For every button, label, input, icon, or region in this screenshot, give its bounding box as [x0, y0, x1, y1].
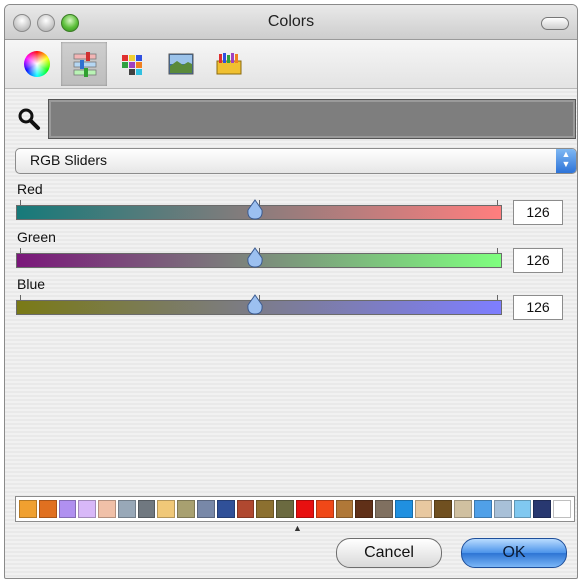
cancel-button[interactable]: Cancel [336, 538, 442, 568]
red-slider-label: Red [17, 181, 43, 197]
saved-colors-strip[interactable] [15, 496, 575, 522]
magnifier-icon[interactable] [17, 107, 41, 131]
green-value-field[interactable]: 126 [513, 248, 563, 273]
swatch-2[interactable] [58, 500, 77, 518]
swatch-15[interactable] [315, 500, 334, 518]
tab-image-palettes[interactable] [157, 42, 203, 86]
toolbar-toggle-button[interactable] [541, 17, 569, 30]
window-title: Colors [267, 13, 315, 30]
current-color-well[interactable] [48, 99, 576, 139]
red-value-field[interactable]: 126 [513, 200, 563, 225]
select-arrows-icon: ▲ ▼ [556, 149, 576, 173]
swatch-8[interactable] [177, 500, 196, 518]
swatch-11[interactable] [236, 500, 255, 518]
colors-window: Colors RGB Sliders ▲ ▼ Red 126 Green 126… [4, 4, 578, 579]
swatch-21[interactable] [434, 500, 453, 518]
swatch-19[interactable] [394, 500, 413, 518]
green-slider-thumb[interactable] [246, 247, 264, 269]
ok-button[interactable]: OK [461, 538, 567, 568]
swatch-10[interactable] [216, 500, 235, 518]
color-sliders-icon [73, 52, 97, 77]
swatch-14[interactable] [295, 500, 314, 518]
color-mode-select[interactable]: RGB Sliders ▲ ▼ [15, 148, 577, 174]
swatch-0[interactable] [19, 500, 37, 518]
swatch-17[interactable] [355, 500, 374, 518]
swatch-3[interactable] [78, 500, 97, 518]
image-palettes-icon [168, 53, 194, 75]
blue-slider-label: Blue [17, 276, 46, 292]
swatch-27[interactable] [553, 500, 571, 518]
swatch-1[interactable] [38, 500, 57, 518]
title-bar: Colors [5, 5, 577, 40]
crayons-icon [216, 53, 242, 75]
swatch-23[interactable] [473, 500, 492, 518]
color-wheel-icon [24, 51, 50, 77]
color-palettes-icon [122, 55, 142, 75]
swatch-18[interactable] [375, 500, 393, 518]
swatch-22[interactable] [454, 500, 472, 518]
color-mode-label: RGB Sliders [30, 152, 108, 168]
toolbar [5, 40, 577, 89]
swatch-6[interactable] [137, 500, 156, 518]
swatch-resize-handle-icon[interactable]: ▲ [293, 523, 302, 533]
tab-color-sliders[interactable] [61, 42, 107, 86]
tab-color-palettes[interactable] [109, 42, 155, 86]
swatch-20[interactable] [414, 500, 433, 518]
swatch-12[interactable] [256, 500, 275, 518]
swatch-26[interactable] [533, 500, 552, 518]
swatch-25[interactable] [513, 500, 532, 518]
tab-crayons[interactable] [205, 42, 251, 86]
tab-color-wheel[interactable] [13, 42, 59, 86]
swatch-16[interactable] [335, 500, 354, 518]
blue-slider-thumb[interactable] [246, 294, 264, 316]
blue-value-field[interactable]: 126 [513, 295, 563, 320]
swatch-4[interactable] [98, 500, 116, 518]
swatch-5[interactable] [117, 500, 136, 518]
red-slider-thumb[interactable] [246, 199, 264, 221]
swatch-7[interactable] [157, 500, 176, 518]
swatch-13[interactable] [276, 500, 294, 518]
swatch-24[interactable] [493, 500, 512, 518]
swatch-9[interactable] [197, 500, 215, 518]
green-slider-label: Green [17, 229, 56, 245]
